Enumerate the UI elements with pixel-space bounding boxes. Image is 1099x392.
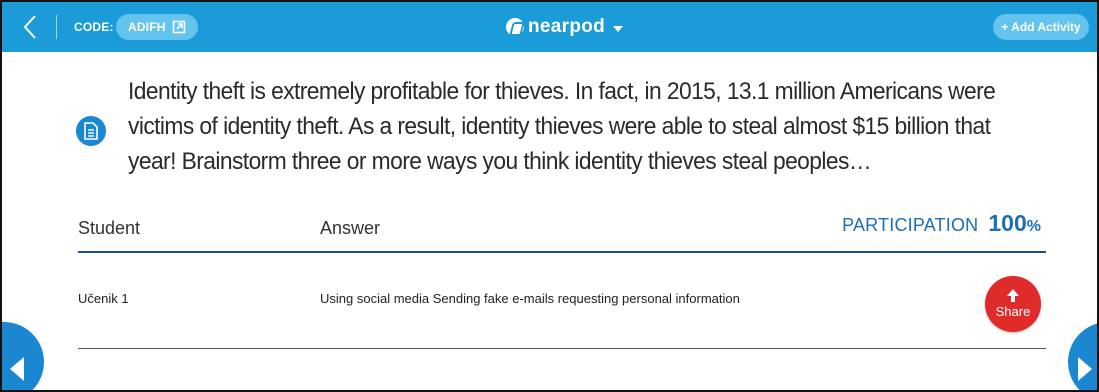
add-activity-button[interactable]: + Add Activity [993,14,1089,40]
column-header-answer: Answer [320,218,381,238]
session-code-button[interactable]: ADIFH [116,14,198,40]
topbar-divider [56,15,57,39]
header-divider [78,251,1046,253]
share-label: Share [995,304,1031,319]
question-text: Identity theft is extremely profitable f… [128,78,996,175]
app-frame: CODE: ADIFH nearpod + Add Activity Ident… [0,0,1099,392]
nearpod-logo-icon [506,18,524,36]
student-name: Učenik 1 [78,291,129,306]
external-link-icon [172,20,186,34]
logo-text: nearpod [528,16,606,37]
document-icon [76,116,106,146]
share-button[interactable]: Share [985,276,1041,332]
prev-slide-icon [10,357,24,381]
participation-stat: PARTICIPATION 100 % [842,210,1041,237]
next-slide-icon [1078,357,1092,381]
code-label: CODE: [74,20,114,34]
top-bar: CODE: ADIFH nearpod + Add Activity [2,2,1097,52]
participation-label: PARTICIPATION [842,215,979,235]
row-divider [78,348,1046,349]
participation-value: 100 [988,210,1027,236]
caret-down-icon [613,25,624,32]
nearpod-menu[interactable]: nearpod [506,13,624,41]
participation-unit: % [1026,218,1041,235]
session-code-value: ADIFH [128,20,166,34]
column-header-student: Student [78,218,141,238]
student-answer: Using social media Sending fake e-mails … [320,291,740,306]
upload-arrow-icon [1007,289,1019,302]
back-arrow-icon[interactable] [18,13,42,41]
